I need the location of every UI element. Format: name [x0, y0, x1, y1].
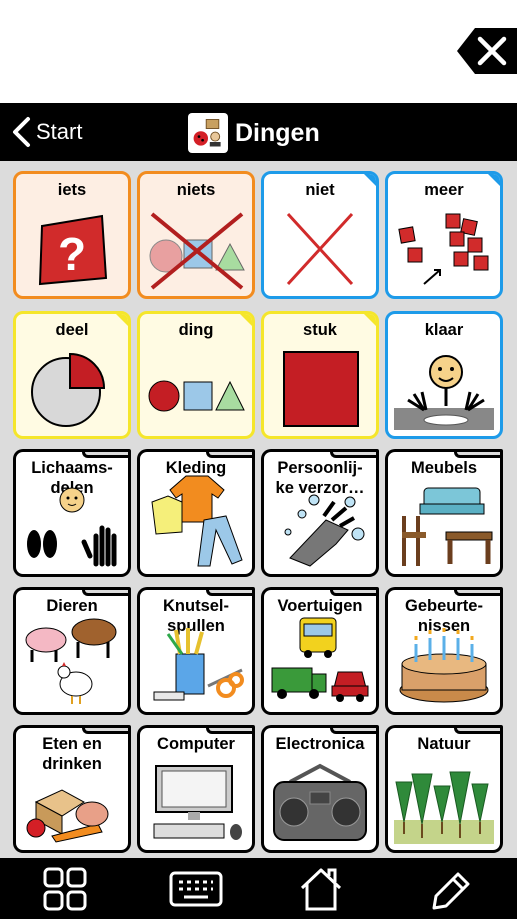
- personal-care-icon: [270, 486, 370, 568]
- folder-natuur[interactable]: Natuur: [385, 725, 503, 853]
- cell-ding[interactable]: ding: [137, 311, 255, 439]
- keyboard-button[interactable]: [168, 866, 224, 912]
- top-bar: [0, 0, 517, 103]
- home-button[interactable]: [298, 866, 344, 912]
- cell-label: Electronica: [275, 735, 365, 753]
- folder-voertuigen[interactable]: Voertuigen: [261, 587, 379, 715]
- clothing-icon: [146, 468, 246, 568]
- back-button[interactable]: Start: [10, 115, 82, 149]
- cell-stuk[interactable]: stuk: [261, 311, 379, 439]
- cell-label: ding: [178, 321, 214, 339]
- cell-label: deel: [55, 321, 89, 339]
- cell-niet[interactable]: niet: [261, 171, 379, 299]
- folder-kleding[interactable]: Kleding: [137, 449, 255, 577]
- not-icon: [270, 208, 370, 290]
- cell-niets[interactable]: niets: [137, 171, 255, 299]
- folder-electronica[interactable]: Electronica: [261, 725, 379, 853]
- folder-persoonlijke-verzorging[interactable]: Persoonlij- ke verzor…: [261, 449, 379, 577]
- cell-label: meer: [424, 181, 464, 199]
- part-icon: [22, 348, 122, 430]
- pencil-icon: [432, 872, 470, 910]
- cell-label: Meubels: [410, 459, 478, 477]
- nature-icon: [394, 762, 494, 844]
- crafts-icon: [146, 624, 246, 706]
- cell-label: stuk: [303, 321, 337, 339]
- body-parts-icon: [22, 486, 122, 568]
- folder-knutselspullen[interactable]: Knutsel- spullen: [137, 587, 255, 715]
- thing-icon: [146, 348, 246, 430]
- page-title: Dingen: [188, 113, 320, 153]
- header-bar: Start Dingen: [0, 103, 517, 161]
- cell-meer[interactable]: meer: [385, 171, 503, 299]
- animals-icon: [22, 610, 122, 706]
- cell-iets[interactable]: iets ?: [13, 171, 131, 299]
- cell-label: niets: [176, 181, 216, 199]
- food-icon: [22, 762, 122, 844]
- cell-deel[interactable]: deel: [13, 311, 131, 439]
- electronics-icon: [270, 762, 370, 844]
- home-icon: [300, 868, 342, 911]
- close-icon: [457, 28, 517, 74]
- title-text: Dingen: [235, 118, 320, 147]
- events-icon: [394, 624, 494, 706]
- furniture-icon: [394, 486, 494, 568]
- piece-icon: [270, 348, 370, 430]
- edit-button[interactable]: [428, 866, 474, 912]
- cell-label: Natuur: [417, 735, 471, 753]
- more-icon: [394, 208, 494, 290]
- cell-label: niet: [305, 181, 335, 199]
- folder-lichaamsdelen[interactable]: Lichaams- delen: [13, 449, 131, 577]
- back-label: Start: [36, 119, 83, 144]
- things-icon: [188, 113, 228, 153]
- cell-label: Computer: [157, 735, 235, 753]
- vehicles-icon: [270, 614, 370, 706]
- computer-icon: [146, 762, 246, 844]
- folder-dieren[interactable]: Dieren: [13, 587, 131, 715]
- cell-label: klaar: [424, 321, 464, 339]
- keyboard-icon: [169, 871, 223, 907]
- folder-meubels[interactable]: Meubels: [385, 449, 503, 577]
- cell-label: Voertuigen: [277, 597, 363, 615]
- folder-eten-en-drinken[interactable]: Eten en drinken: [13, 725, 131, 853]
- question-icon: ?: [22, 208, 122, 290]
- finished-icon: [394, 348, 494, 430]
- cell-label: iets: [57, 181, 87, 199]
- grid-icon: [43, 867, 87, 911]
- nothing-icon: [146, 208, 246, 290]
- folder-computer[interactable]: Computer: [137, 725, 255, 853]
- chevron-left-icon: [13, 117, 30, 147]
- cell-klaar[interactable]: klaar: [385, 311, 503, 439]
- svg-text:?: ?: [58, 228, 86, 280]
- bottom-toolbar: [0, 858, 517, 919]
- symbol-grid: iets ? niets niet meer deel ding stuk kl…: [0, 161, 517, 858]
- folder-gebeurtenissen[interactable]: Gebeurte- nissen: [385, 587, 503, 715]
- grid-button[interactable]: [42, 866, 88, 912]
- close-button[interactable]: [457, 28, 517, 74]
